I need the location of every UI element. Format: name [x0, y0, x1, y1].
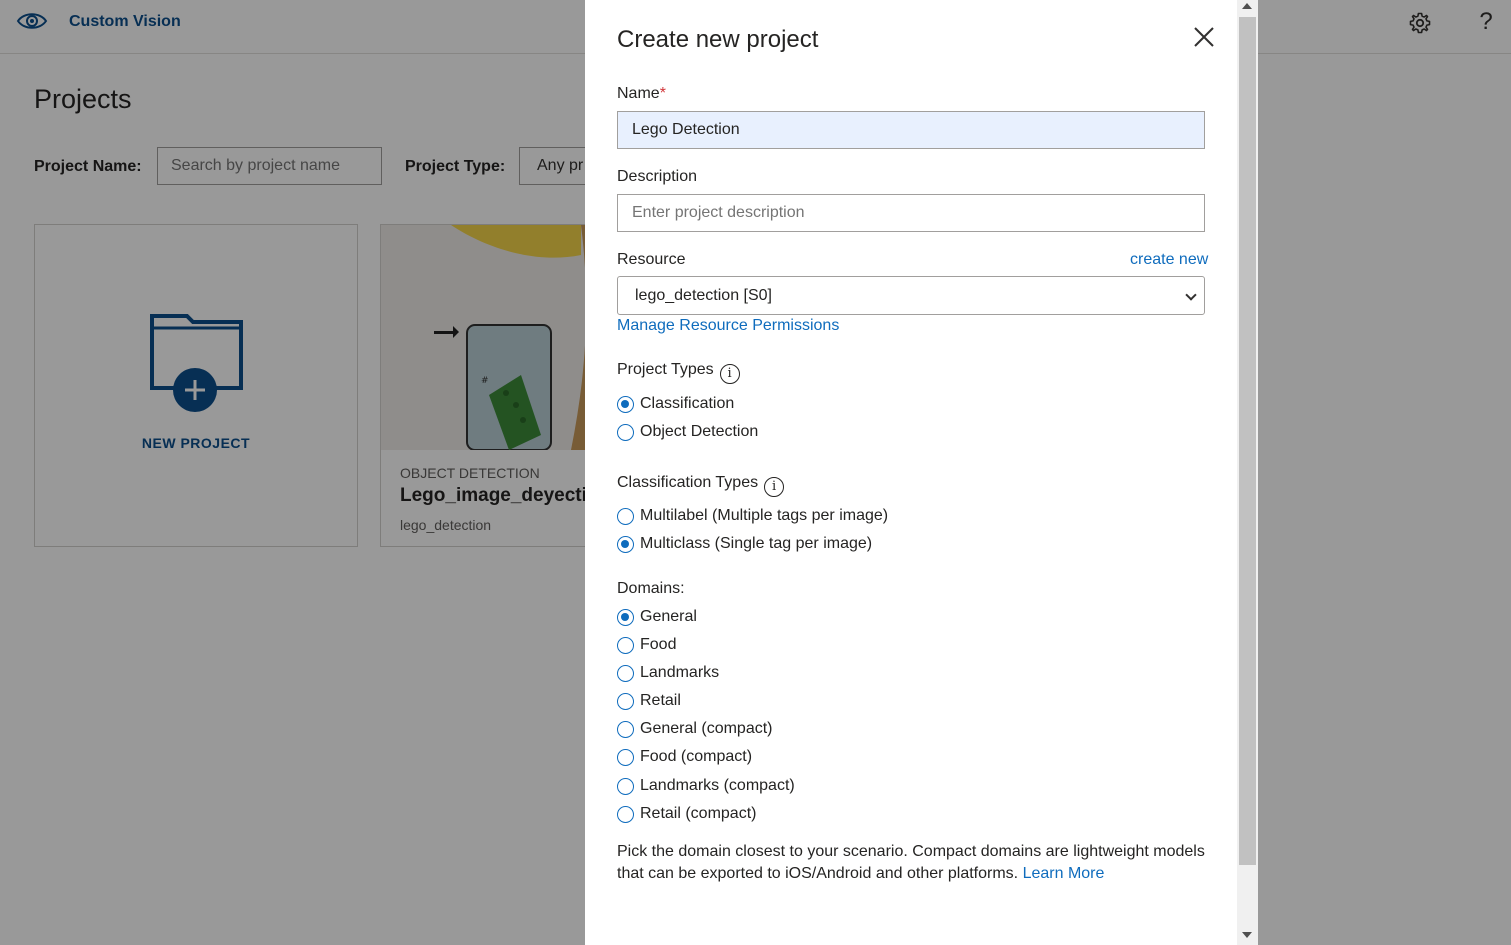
dialog-title: Create new project [617, 26, 819, 53]
radio-unselected-icon [617, 636, 634, 654]
radio-label: General [640, 608, 697, 625]
radio-domain-food[interactable]: Food [617, 634, 676, 656]
radio-label: Classification [640, 395, 735, 412]
close-icon[interactable] [1191, 24, 1217, 50]
radio-selected-icon [617, 608, 634, 626]
project-name-input[interactable] [617, 111, 1205, 149]
info-icon[interactable]: i [719, 364, 740, 384]
radio-unselected-icon [617, 507, 634, 525]
radio-selected-icon [617, 395, 634, 413]
radio-classification-multilabel[interactable]: Multilabel (Multiple tags per image) [617, 505, 888, 527]
resource-select[interactable]: lego_detection [S0] [617, 276, 1205, 315]
radio-domain-landmarks-compact[interactable]: Landmarks (compact) [617, 775, 795, 797]
radio-unselected-icon [617, 805, 634, 823]
radio-unselected-icon [617, 720, 634, 738]
radio-label: Retail [640, 692, 681, 709]
radio-domain-retail[interactable]: Retail [617, 690, 681, 712]
description-label: Description [617, 168, 698, 185]
radio-domain-landmarks[interactable]: Landmarks [617, 662, 719, 684]
radio-label: Landmarks [640, 664, 720, 681]
radio-project-type-object-detection[interactable]: Object Detection [617, 421, 758, 443]
create-new-resource-link[interactable]: create new [1130, 251, 1208, 269]
name-label: Name* [617, 85, 666, 102]
radio-domain-food-compact[interactable]: Food (compact) [617, 746, 752, 768]
domains-label: Domains: [617, 580, 685, 597]
radio-label: Landmarks (compact) [640, 777, 795, 794]
radio-domain-general[interactable]: General [617, 606, 697, 628]
radio-selected-icon [617, 535, 634, 553]
chevron-down-icon [1185, 289, 1197, 301]
project-description-input[interactable] [617, 194, 1205, 232]
create-project-dialog: Create new project Name* Description Res… [585, 0, 1258, 945]
radio-project-type-classification[interactable]: Classification [617, 393, 734, 415]
radio-unselected-icon [617, 777, 634, 795]
radio-unselected-icon [617, 423, 634, 441]
learn-more-link[interactable]: Learn More [1023, 865, 1105, 882]
radio-unselected-icon [617, 748, 634, 766]
manage-resource-permissions-link[interactable]: Manage Resource Permissions [617, 317, 839, 335]
radio-domain-retail-compact[interactable]: Retail (compact) [617, 803, 756, 825]
info-icon[interactable]: i [764, 477, 785, 497]
scroll-down-arrow-icon[interactable] [1242, 932, 1252, 938]
radio-unselected-icon [617, 664, 634, 682]
radio-label: Food [640, 636, 677, 653]
resource-label: Resource [617, 251, 686, 268]
classification-types-label: Classification Types i [617, 474, 785, 497]
help-text-body: Pick the domain closest to your scenario… [617, 843, 1205, 882]
radio-unselected-icon [617, 692, 634, 710]
resource-select-value: lego_detection [S0] [635, 287, 772, 304]
radio-classification-multiclass[interactable]: Multiclass (Single tag per image) [617, 533, 872, 555]
dialog-scrollbar[interactable] [1237, 0, 1258, 945]
radio-label: Object Detection [640, 423, 759, 440]
radio-label: Food (compact) [640, 748, 753, 765]
domain-help-text: Pick the domain closest to your scenario… [617, 841, 1207, 885]
required-mark: * [659, 85, 666, 102]
radio-label: Multiclass (Single tag per image) [640, 535, 873, 552]
scroll-up-arrow-icon[interactable] [1242, 3, 1252, 9]
radio-domain-general-compact[interactable]: General (compact) [617, 718, 773, 740]
radio-label: Retail (compact) [640, 805, 757, 822]
radio-label: General (compact) [640, 720, 773, 737]
project-types-label: Project Types i [617, 361, 740, 384]
scrollbar-thumb[interactable] [1239, 17, 1256, 865]
radio-label: Multilabel (Multiple tags per image) [640, 507, 889, 524]
